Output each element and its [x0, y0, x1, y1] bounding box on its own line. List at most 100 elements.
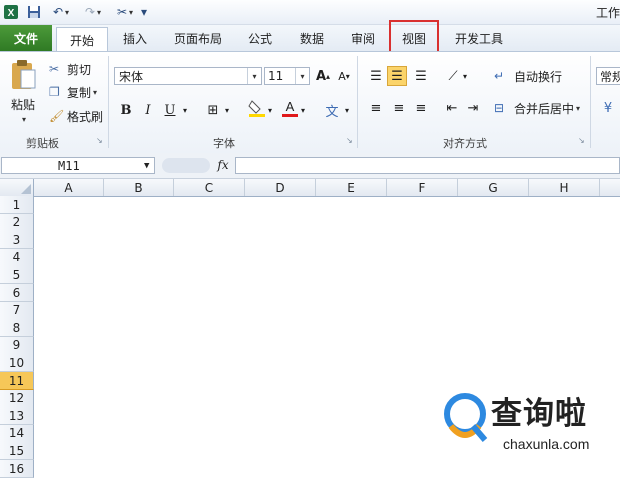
font-color-dropdown-icon[interactable]: ▾	[298, 100, 308, 120]
cut-button[interactable]: ✂ 剪切	[49, 60, 91, 78]
increase-indent-icon[interactable]: ⇥	[463, 98, 483, 118]
font-launcher-icon[interactable]: ↘	[346, 137, 354, 145]
tab-home[interactable]: 开始	[56, 27, 108, 52]
number-format-combobox[interactable]: 常规	[596, 67, 620, 85]
merge-dropdown-icon[interactable]: ▾	[576, 104, 580, 113]
row-header[interactable]: 8	[0, 319, 34, 338]
alignment-group-label: 对齐方式	[443, 137, 487, 150]
copy-icon: ❐	[49, 85, 60, 99]
fill-color-icon[interactable]	[247, 98, 267, 118]
row-header-active[interactable]: 11	[0, 372, 34, 390]
wrap-text-icon: ↵	[494, 69, 505, 83]
undo-icon[interactable]: ↶ ▾	[47, 3, 75, 21]
svg-text:X: X	[8, 8, 15, 19]
tab-review[interactable]: 审阅	[342, 27, 384, 50]
row-header[interactable]: 6	[0, 284, 34, 302]
underline-dropdown-icon[interactable]: ▾	[180, 100, 190, 120]
paste-icon	[12, 60, 36, 89]
cut-label: 剪切	[67, 62, 92, 77]
row-header[interactable]: 13	[0, 407, 34, 426]
font-size-value: 11	[268, 69, 284, 83]
tab-data[interactable]: 数据	[290, 27, 334, 50]
currency-format-icon[interactable]: ¥	[598, 98, 618, 118]
tab-formulas[interactable]: 公式	[240, 27, 280, 50]
view-tab-highlight-box	[389, 20, 439, 53]
paste-button[interactable]: 粘贴 ▾	[6, 58, 40, 134]
align-top-icon[interactable]: ☰	[366, 66, 386, 86]
font-size-combobox[interactable]: 11 ▾	[264, 67, 310, 85]
row-header[interactable]: 9	[0, 336, 34, 355]
borders-icon[interactable]: ⊞	[203, 100, 223, 120]
phonetic-dropdown-icon[interactable]: ▾	[342, 100, 352, 120]
column-header-h[interactable]: H	[529, 179, 600, 196]
tab-page-layout[interactable]: 页面布局	[166, 27, 230, 50]
wrap-text-label: 自动换行	[514, 69, 563, 84]
font-name-combobox[interactable]: 宋体 ▾	[114, 67, 262, 85]
align-bottom-icon[interactable]: ☰	[411, 66, 431, 86]
wrap-text-button[interactable]: ↵ 自动换行	[494, 67, 562, 85]
column-header-g[interactable]: G	[458, 179, 529, 196]
bold-button[interactable]: B	[116, 100, 136, 120]
save-icon[interactable]	[25, 3, 43, 21]
align-right-icon[interactable]: ≡	[411, 98, 431, 118]
clipboard-group-label: 剪贴板	[26, 137, 59, 150]
name-box-dropdown-icon[interactable]: ▼	[144, 161, 149, 171]
alignment-launcher-icon[interactable]: ↘	[578, 137, 586, 145]
row-header[interactable]: 15	[0, 442, 34, 461]
formula-divider-handle[interactable]	[162, 158, 210, 173]
copy-button[interactable]: ❐ 复制 ▾	[49, 83, 97, 101]
row-header[interactable]: 16	[0, 460, 34, 478]
row-header[interactable]: 12	[0, 389, 34, 408]
tab-developer[interactable]: 开发工具	[446, 27, 512, 50]
tab-insert[interactable]: 插入	[113, 27, 157, 50]
row-header[interactable]: 14	[0, 424, 34, 443]
font-size-dropdown-icon[interactable]: ▾	[295, 68, 309, 84]
column-header-a[interactable]: A	[34, 179, 104, 196]
row-header[interactable]: 7	[0, 301, 34, 320]
select-all-corner[interactable]	[0, 179, 34, 196]
orientation-dropdown-icon[interactable]: ▾	[460, 66, 470, 86]
row-header[interactable]: 4	[0, 248, 34, 267]
font-name-dropdown-icon[interactable]: ▾	[247, 68, 261, 84]
tools-icon[interactable]: ✂ ▾	[112, 3, 138, 21]
row-header[interactable]: 1	[0, 196, 34, 214]
ribbon: 粘贴 ▾ ✂ 剪切 ❐ 复制 ▾ 🖌 格式刷 剪贴板 ↘ 宋体 ▾ 11 ▾ A…	[0, 51, 620, 154]
column-header-f[interactable]: F	[387, 179, 458, 196]
window-title: 工作	[596, 5, 620, 20]
tab-file[interactable]: 文件	[0, 25, 52, 51]
column-header-c[interactable]: C	[174, 179, 245, 196]
column-header-b[interactable]: B	[104, 179, 174, 196]
phonetic-guide-icon[interactable]: 文	[322, 100, 342, 120]
customize-quick-access-icon[interactable]: ▾	[139, 3, 149, 21]
underline-button[interactable]: U	[160, 100, 180, 120]
align-left-icon[interactable]: ≡	[366, 98, 386, 118]
decrease-indent-icon[interactable]: ⇤	[442, 98, 462, 118]
row-header[interactable]: 5	[0, 266, 34, 285]
paste-label: 粘贴	[10, 98, 35, 112]
column-header-row: A B C D E F G H	[0, 179, 620, 197]
paste-dropdown-icon: ▾	[21, 115, 26, 124]
redo-icon[interactable]: ↷ ▾	[79, 3, 107, 21]
watermark-brand: 查询啦	[491, 396, 587, 432]
font-color-icon[interactable]: A	[280, 98, 300, 118]
merge-center-button[interactable]: ⊟ 合并后居中 ▾	[494, 99, 580, 117]
formula-input[interactable]	[235, 157, 620, 174]
grow-font-icon[interactable]: A ▴	[313, 66, 333, 86]
align-center-icon[interactable]: ≡	[389, 98, 409, 118]
row-header[interactable]: 3	[0, 231, 34, 250]
clipboard-launcher-icon[interactable]: ↘	[96, 137, 104, 145]
row-header[interactable]: 2	[0, 213, 34, 232]
column-header-e[interactable]: E	[316, 179, 387, 196]
column-header-d[interactable]: D	[245, 179, 316, 196]
shrink-font-icon[interactable]: A ▾	[334, 66, 354, 86]
fill-color-dropdown-icon[interactable]: ▾	[265, 100, 275, 120]
align-middle-icon[interactable]: ☰	[387, 66, 407, 86]
copy-label: 复制	[67, 85, 92, 100]
insert-function-icon[interactable]: fx	[214, 156, 232, 174]
borders-dropdown-icon[interactable]: ▾	[222, 100, 232, 120]
format-painter-button[interactable]: 🖌 格式刷	[49, 107, 103, 125]
name-box[interactable]: M11 ▼	[1, 157, 155, 174]
format-painter-label: 格式刷	[67, 109, 104, 124]
row-header[interactable]: 10	[0, 354, 34, 373]
italic-button[interactable]: I	[138, 100, 158, 120]
